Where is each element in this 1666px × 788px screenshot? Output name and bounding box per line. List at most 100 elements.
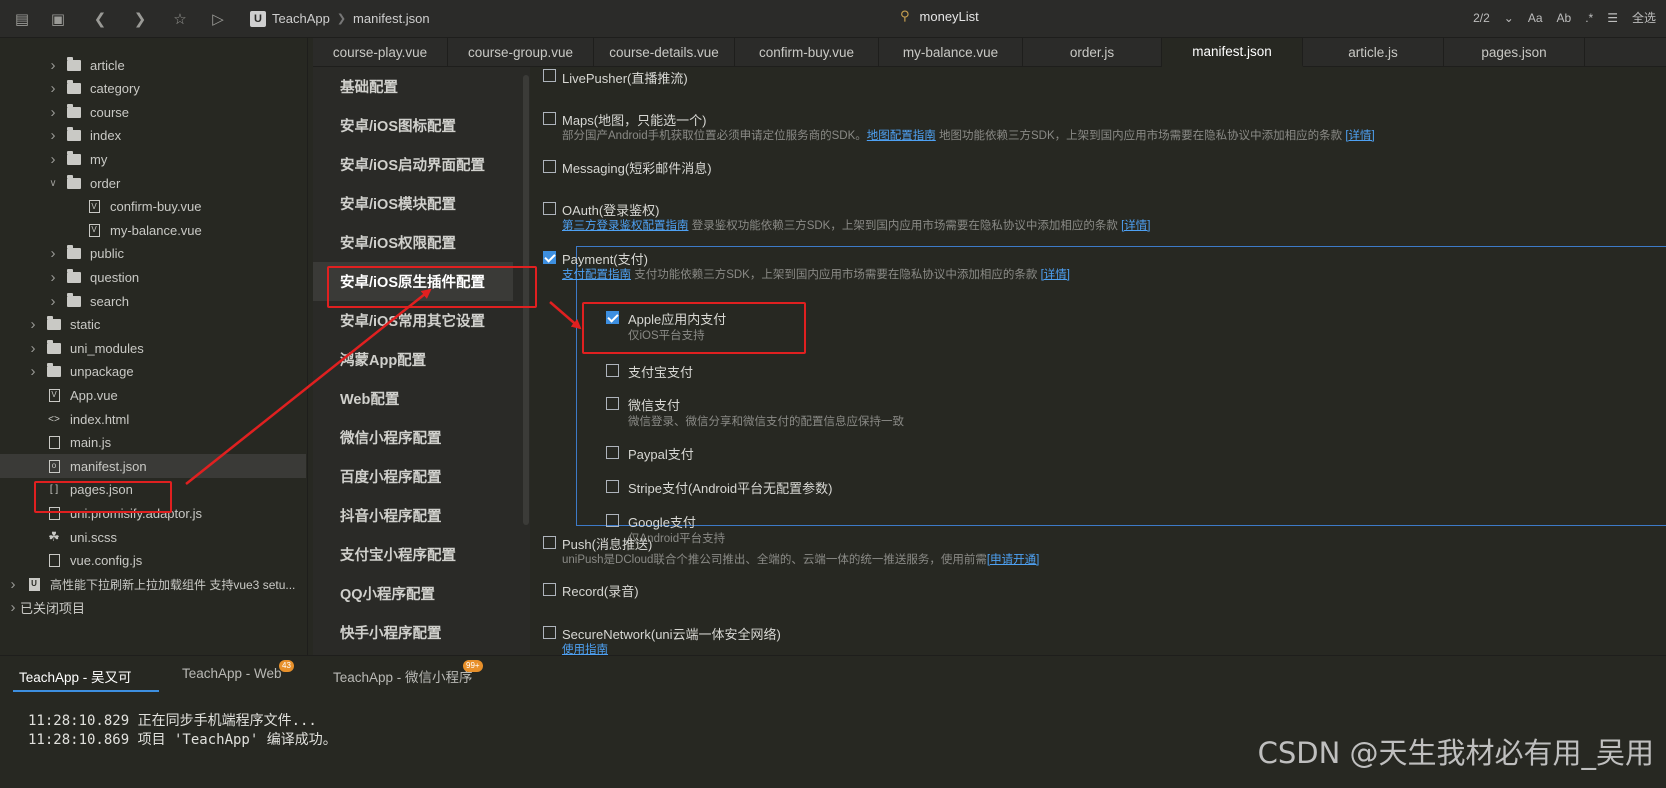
tab-manifest-json[interactable]: manifest.json [1162,38,1303,67]
payment-option-checkbox[interactable] [606,397,619,410]
tree-item-unpackage[interactable]: › unpackage [0,360,306,384]
select-all-button[interactable]: 全选 [1632,9,1656,26]
console-tab[interactable]: TeachApp - 微信小程序 [333,666,473,686]
forward-icon[interactable]: ❯ [126,5,154,33]
tree-item-course[interactable]: › course [0,100,306,124]
tree-item-app-vue[interactable]: V App.vue [0,383,306,407]
chevron-right-icon[interactable]: › [46,269,60,286]
tree-item-pages-json[interactable]: [ ] pages.json [0,478,306,502]
payment-option-checkbox[interactable] [606,480,619,493]
payment-option-checkbox[interactable] [606,311,619,324]
push-checkbox[interactable] [543,536,556,549]
star-icon[interactable]: ☆ [166,5,194,33]
run-icon[interactable]: ▷ [204,5,232,33]
tab-pages-json[interactable]: pages.json [1444,38,1585,67]
match-word-toggle[interactable]: Ab [1557,11,1572,25]
tree-item-my-balance-vue[interactable]: Vmy-balance.vue [0,218,306,242]
oauth-guide-link[interactable]: 第三方登录鉴权配置指南 [562,220,689,232]
tree-item-manifest-json[interactable]: o manifest.json [0,454,306,479]
oauth-checkbox[interactable] [543,202,556,215]
chevron-right-icon[interactable]: › [46,80,60,97]
payment-guide-link[interactable]: 支付配置指南 [562,269,631,281]
chevron-right-icon[interactable]: › [6,599,20,616]
settings-nav-item[interactable]: Web配置 [313,379,513,418]
record-checkbox[interactable] [543,583,556,596]
maps-detail-link[interactable]: [详情] [1345,130,1374,142]
tab-course-details-vue[interactable]: course-details.vue [594,38,735,67]
tree-item-category[interactable]: › category [0,77,306,101]
tree-item-article[interactable]: › article [0,53,306,77]
console-tab[interactable]: TeachApp - 吴又可 [19,666,132,686]
chevron-right-icon[interactable]: › [46,104,60,121]
sidebar-toggle-icon[interactable]: ▤ [8,5,36,33]
tree-item-index[interactable]: › index [0,124,306,148]
settings-nav-item[interactable]: 安卓/iOS模块配置 [313,184,513,223]
nav-scrollbar[interactable] [523,75,529,525]
payment-checkbox[interactable] [543,251,556,264]
tab-article-js[interactable]: article.js [1303,38,1444,67]
tree-item-confirm-buy-vue[interactable]: Vconfirm-buy.vue [0,195,306,219]
tree-item--[interactable]: › 已关闭项目 [0,596,306,620]
regex-toggle[interactable]: .* [1585,11,1593,25]
tree-item-main-js[interactable]: main.js [0,431,306,455]
tree-item-uni-modules[interactable]: › uni_modules [0,336,306,360]
chevron-right-icon[interactable]: › [46,127,60,144]
tab-course-play-vue[interactable]: course-play.vue [313,38,448,67]
tree-item-uni-scss[interactable]: ☘ uni.scss [0,525,306,549]
tree-item-order[interactable]: ∨ order [0,171,306,195]
tab-order-js[interactable]: order.js [1023,38,1162,67]
payment-option-checkbox[interactable] [606,446,619,459]
list-icon[interactable]: ☰ [1607,11,1618,25]
settings-nav-item[interactable]: 安卓/iOS图标配置 [313,106,513,145]
settings-nav-item[interactable]: 安卓/iOS权限配置 [313,223,513,262]
payment-option-checkbox[interactable] [606,364,619,377]
search-input[interactable]: moneyList [920,9,979,24]
messaging-checkbox[interactable] [543,160,556,173]
settings-nav-item[interactable]: 基础配置 [313,67,513,106]
settings-nav-item[interactable]: 微信小程序配置 [313,418,513,457]
maps-guide-link[interactable]: 地图配置指南 [867,130,936,142]
livepusher-checkbox[interactable] [543,69,556,82]
tab-confirm-buy-vue[interactable]: confirm-buy.vue [735,38,879,67]
settings-nav-item[interactable]: 百度小程序配置 [313,457,513,496]
settings-nav-item[interactable]: 安卓/iOS常用其它设置 [313,301,513,340]
chevron-right-icon[interactable]: › [46,57,60,74]
chevron-right-icon[interactable]: › [46,151,60,168]
tree-item-static[interactable]: › static [0,313,306,337]
settings-nav-item[interactable]: 快手小程序配置 [313,613,513,652]
console-tab[interactable]: TeachApp - Web [182,666,282,681]
settings-nav-item[interactable]: 安卓/iOS原生插件配置 [313,262,513,301]
chevron-down-icon[interactable]: ∨ [46,178,60,189]
settings-nav-item[interactable]: 安卓/iOS启动界面配置 [313,145,513,184]
settings-nav-item[interactable]: 支付宝小程序配置 [313,535,513,574]
chevron-right-icon[interactable]: › [6,576,20,593]
tree-item-vue-config-js[interactable]: vue.config.js [0,549,306,573]
securenetwork-checkbox[interactable] [543,626,556,639]
find-bar[interactable]: ⚲ moneyList [900,8,979,24]
tree-item-search[interactable]: › search [0,289,306,313]
settings-nav-item[interactable]: 鸿蒙App配置 [313,340,513,379]
chevron-right-icon[interactable]: › [46,293,60,310]
back-icon[interactable]: ❮ [86,5,114,33]
tree-item-question[interactable]: › question [0,265,306,289]
securenetwork-guide-link[interactable]: 使用指南 [562,644,608,655]
chevron-right-icon[interactable]: › [26,363,40,380]
maps-checkbox[interactable] [543,112,556,125]
chevron-down-icon[interactable]: ⌄ [1504,11,1514,25]
tree-item-public[interactable]: › public [0,242,306,266]
tab-course-group-vue[interactable]: course-group.vue [448,38,594,67]
tree-item-index-html[interactable]: <> index.html [0,407,306,431]
payment-option-checkbox[interactable] [606,514,619,527]
settings-nav-item[interactable]: 抖音小程序配置 [313,496,513,535]
settings-nav-item[interactable]: QQ小程序配置 [313,574,513,613]
payment-detail-link[interactable]: [详情] [1041,269,1070,281]
tab-my-balance-vue[interactable]: my-balance.vue [879,38,1023,67]
tree-item--vue3-setu-[interactable]: › U 高性能下拉刷新上拉加载组件 支持vue3 setu... [0,572,306,596]
breadcrumb-file[interactable]: manifest.json [353,11,430,26]
chevron-right-icon[interactable]: › [26,316,40,333]
oauth-detail-link[interactable]: [详情] [1121,220,1150,232]
breadcrumb-project[interactable]: TeachApp [272,11,330,26]
chevron-right-icon[interactable]: › [26,340,40,357]
match-case-toggle[interactable]: Aa [1528,11,1543,25]
push-apply-link[interactable]: [申请开通] [987,554,1039,566]
